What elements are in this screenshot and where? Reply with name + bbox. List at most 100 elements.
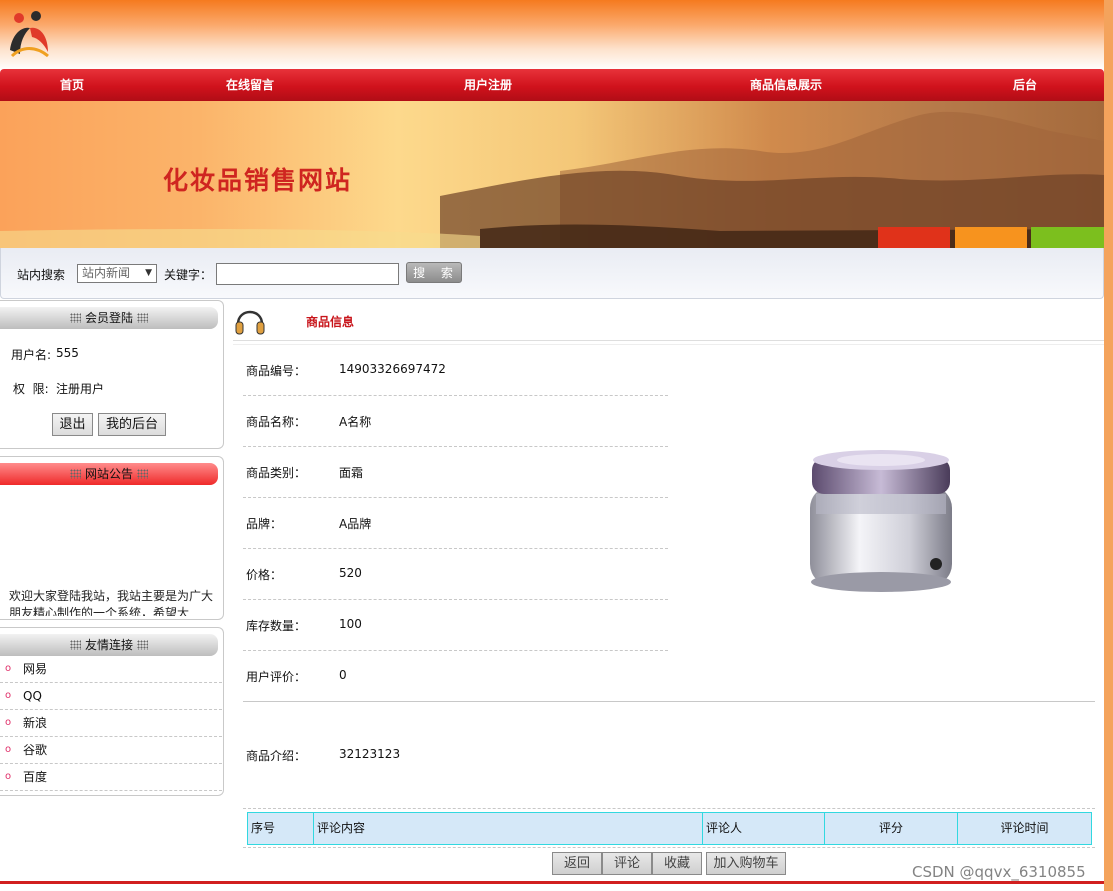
- field-value: 14903326697472: [339, 362, 446, 376]
- role-value: 注册用户: [56, 382, 105, 396]
- field-value: A名称: [339, 415, 372, 429]
- divider: [243, 847, 1095, 848]
- footer-line: [0, 881, 1104, 884]
- username-value: 555: [56, 346, 79, 360]
- field-user-rating: 用户评价： 0: [243, 651, 668, 702]
- window-right-edge: [1104, 0, 1113, 891]
- field-value: 520: [339, 566, 362, 580]
- product-info-title: 商品信息: [306, 315, 355, 329]
- dots-icon: [137, 640, 148, 650]
- field-label: 商品介绍：: [246, 749, 307, 763]
- add-to-cart-button[interactable]: 加入购物车: [706, 852, 786, 875]
- nav-home[interactable]: 首页: [60, 69, 84, 101]
- field-value: A品牌: [339, 517, 372, 531]
- banner: 化妆品销售网站: [0, 101, 1104, 248]
- col-score: 评分: [825, 813, 958, 844]
- link-label[interactable]: 网易: [23, 656, 47, 682]
- notice-panel-title: 网站公告: [84, 467, 133, 481]
- field-value: 32123123: [339, 747, 401, 761]
- comment-button[interactable]: 评论: [602, 852, 652, 875]
- field-product-name: 商品名称： A名称: [243, 396, 668, 447]
- main-header: [233, 300, 1104, 341]
- main-nav: 首页 在线留言 用户注册 商品信息展示 后台: [0, 69, 1104, 101]
- link-label[interactable]: 新浪: [23, 710, 47, 736]
- field-label: 品牌：: [246, 517, 283, 531]
- favorite-button[interactable]: 收藏: [652, 852, 702, 875]
- link-item-google[interactable]: o 谷歌: [0, 737, 222, 764]
- links-panel: 友情连接 o 网易 o QQ o 新浪 o 谷歌 o 百度: [0, 627, 224, 796]
- col-time: 评论时间: [1000, 821, 1049, 835]
- logout-button[interactable]: 退出: [52, 413, 93, 436]
- dots-icon: [137, 313, 148, 323]
- links-panel-header: 友情连接: [0, 634, 218, 656]
- search-button[interactable]: 搜 索: [406, 262, 462, 283]
- col-content: 评论内容: [314, 813, 703, 844]
- field-value: 面霜: [339, 466, 364, 480]
- review-table-header: 序号 评论内容 评论人 评分 评论时间: [247, 812, 1092, 845]
- headphone-icon: [235, 310, 265, 335]
- search-label: 站内搜索: [17, 268, 66, 282]
- field-price: 价格： 520: [243, 549, 668, 600]
- username-label: 用户名:: [11, 348, 52, 362]
- role-label: 权 限:: [13, 382, 49, 396]
- site-logo-icon: [10, 11, 49, 58]
- field-value: 100: [339, 617, 362, 631]
- notice-text: 欢迎大家登陆我站，我站主要是为广大朋友精心制作的一个系统，希望大: [9, 589, 214, 616]
- keyword-input[interactable]: [216, 263, 399, 285]
- field-product-category: 商品类别： 面霜: [243, 447, 668, 498]
- nav-message[interactable]: 在线留言: [226, 69, 274, 101]
- bullet-icon: o: [5, 744, 12, 755]
- link-label[interactable]: 百度: [23, 764, 47, 790]
- dots-icon: [137, 469, 148, 479]
- field-label: 商品编号：: [246, 364, 307, 378]
- login-panel-header: 会员登陆: [0, 307, 218, 329]
- field-value: 0: [339, 668, 347, 682]
- bullet-icon: o: [5, 717, 12, 728]
- field-intro: 商品介绍： 32123123: [243, 730, 668, 781]
- divider: [243, 701, 1095, 702]
- my-backend-button[interactable]: 我的后台: [98, 413, 166, 436]
- divider: [243, 808, 1095, 809]
- link-item-sina[interactable]: o 新浪: [0, 710, 222, 737]
- keyword-label: 关键字：: [164, 268, 213, 282]
- col-index: 序号: [248, 813, 314, 844]
- link-item-baidu[interactable]: o 百度: [0, 764, 222, 791]
- dropdown-arrow-icon: ▼: [145, 268, 152, 278]
- search-bar: 站内搜索 站内新闻 ▼ 关键字： 搜 索: [0, 248, 1104, 299]
- notice-panel: 网站公告 欢迎大家登陆我站，我站主要是为广大朋友精心制作的一个系统，希望大: [0, 456, 224, 620]
- field-label: 库存数量：: [246, 619, 307, 633]
- watermark: CSDN @qqvx_6310855: [912, 863, 1086, 881]
- search-scope-value: 站内新闻: [82, 266, 131, 280]
- site-title: 化妆品销售网站: [163, 166, 353, 195]
- back-button[interactable]: 返回: [552, 852, 602, 875]
- login-panel: 会员登陆 用户名: 555 权 限: 注册用户 退出 我的后台: [0, 300, 224, 449]
- bullet-icon: o: [5, 690, 12, 701]
- nav-backend[interactable]: 后台: [1013, 69, 1037, 101]
- dots-icon: [69, 469, 81, 479]
- login-panel-title: 会员登陆: [84, 311, 133, 325]
- field-label: 商品类别：: [246, 466, 307, 480]
- banner-tab-red: [878, 227, 950, 248]
- nav-products[interactable]: 商品信息展示: [750, 69, 822, 101]
- nav-register[interactable]: 用户注册: [464, 69, 512, 101]
- field-label: 用户评价：: [246, 670, 307, 684]
- field-label: 价格：: [246, 568, 283, 582]
- col-reviewer: 评论人: [703, 813, 825, 844]
- field-product-id: 商品编号： 14903326697472: [243, 345, 668, 396]
- dots-icon: [69, 313, 81, 323]
- banner-tab-green: [1031, 227, 1104, 248]
- search-scope-select[interactable]: 站内新闻 ▼: [77, 264, 157, 283]
- field-stock: 库存数量： 100: [243, 600, 668, 651]
- link-label[interactable]: QQ: [23, 683, 42, 709]
- link-label[interactable]: 谷歌: [23, 737, 47, 763]
- bullet-icon: o: [5, 663, 12, 674]
- field-brand: 品牌： A品牌: [243, 498, 668, 549]
- banner-tab-orange: [955, 227, 1027, 248]
- bullet-icon: o: [5, 771, 12, 782]
- link-item-qq[interactable]: o QQ: [0, 683, 222, 710]
- link-item-wangyi[interactable]: o 网易: [0, 656, 222, 683]
- notice-panel-header: 网站公告: [0, 463, 218, 485]
- field-label: 商品名称：: [246, 415, 307, 429]
- links-panel-title: 友情连接: [84, 638, 133, 652]
- product-image: [810, 450, 952, 592]
